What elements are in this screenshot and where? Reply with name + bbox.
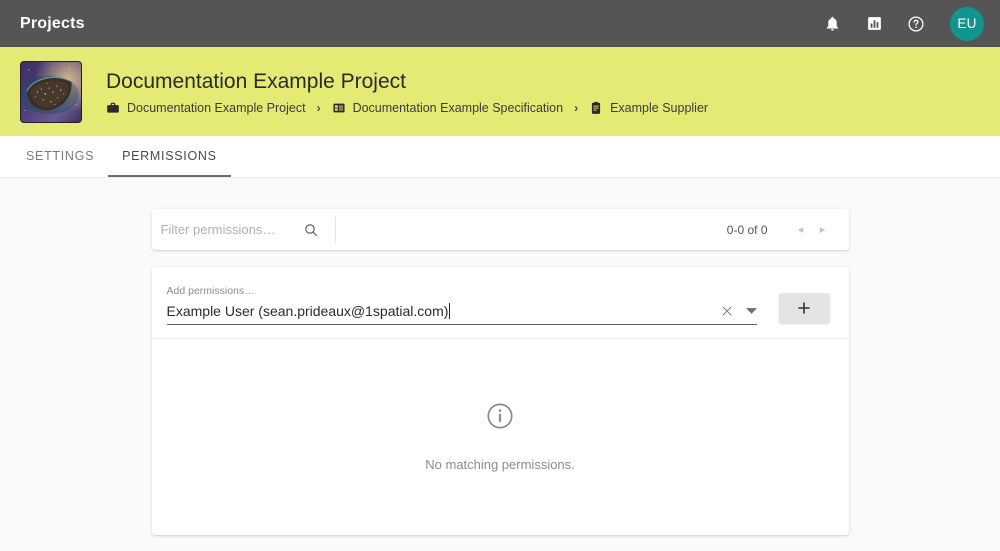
topbar-actions: EU bbox=[818, 6, 984, 41]
breadcrumb-item-specification[interactable]: Documentation Example Specification bbox=[332, 100, 564, 115]
content-area: 0-0 of 0 ◂ ▸ Add permissions… Example Us… bbox=[0, 178, 1000, 535]
filter-permissions-input[interactable] bbox=[160, 222, 301, 237]
project-thumbnail bbox=[20, 60, 82, 123]
text-cursor bbox=[449, 303, 451, 319]
add-permissions-label: Add permissions… bbox=[166, 285, 255, 297]
info-circle-icon bbox=[486, 402, 514, 435]
reports-bar-chart-icon[interactable] bbox=[860, 10, 888, 38]
breadcrumb-separator-1: › bbox=[316, 100, 321, 115]
notifications-bell-icon[interactable] bbox=[818, 10, 846, 38]
empty-state-message: No matching permissions. bbox=[425, 457, 575, 472]
pagination-range-label: 0-0 of 0 bbox=[726, 222, 768, 237]
banner-text: Documentation Example Project Documentat… bbox=[106, 69, 708, 115]
filter-card: 0-0 of 0 ◂ ▸ bbox=[151, 209, 849, 250]
breadcrumb-label-project: Documentation Example Project bbox=[127, 100, 306, 115]
empty-state: No matching permissions. bbox=[152, 339, 849, 535]
breadcrumb-label-specification: Documentation Example Specification bbox=[352, 100, 564, 115]
filter-divider bbox=[334, 216, 336, 243]
permissions-card: Add permissions… Example User (sean.prid… bbox=[151, 267, 849, 535]
breadcrumb-item-project[interactable]: Documentation Example Project bbox=[106, 101, 306, 115]
filter-field bbox=[152, 209, 335, 250]
paginator: 0-0 of 0 ◂ ▸ bbox=[727, 219, 849, 241]
tab-permissions[interactable]: PERMISSIONS bbox=[108, 136, 231, 177]
user-avatar[interactable]: EU bbox=[950, 6, 984, 41]
top-app-bar: Projects EU bbox=[0, 0, 1000, 47]
permissions-panel: 0-0 of 0 ◂ ▸ Add permissions… Example Us… bbox=[151, 209, 849, 535]
previous-page-icon[interactable]: ◂ bbox=[790, 219, 812, 241]
specification-icon bbox=[332, 101, 346, 115]
breadcrumb: Documentation Example Project › Document… bbox=[106, 101, 708, 115]
next-page-icon[interactable]: ▸ bbox=[812, 219, 834, 241]
chevron-down-icon[interactable] bbox=[745, 307, 757, 315]
add-permissions-row: Add permissions… Example User (sean.prid… bbox=[151, 267, 849, 339]
breadcrumb-label-supplier: Example Supplier bbox=[610, 100, 709, 115]
project-banner: Documentation Example Project Documentat… bbox=[0, 47, 1000, 136]
add-permissions-value-text: Example User (sean.prideaux@1spatial.com… bbox=[166, 303, 449, 319]
search-icon[interactable] bbox=[303, 222, 319, 238]
tab-bar: SETTINGS PERMISSIONS bbox=[0, 136, 1000, 178]
add-permissions-input-line[interactable]: Example User (sean.prideaux@1spatial.com… bbox=[166, 303, 757, 325]
add-permissions-value[interactable]: Example User (sean.prideaux@1spatial.com… bbox=[167, 303, 721, 319]
help-question-icon[interactable] bbox=[902, 10, 930, 38]
page-title: Documentation Example Project bbox=[106, 69, 406, 93]
supplier-clipboard-icon bbox=[589, 101, 603, 115]
clear-close-icon[interactable] bbox=[721, 305, 733, 317]
app-title: Projects bbox=[20, 14, 85, 32]
add-permissions-field: Add permissions… Example User (sean.prid… bbox=[166, 285, 771, 325]
add-permission-button[interactable] bbox=[778, 293, 830, 323]
tab-settings[interactable]: SETTINGS bbox=[12, 136, 108, 177]
breadcrumb-separator-2: › bbox=[574, 100, 579, 115]
add-permissions-actions bbox=[721, 305, 757, 319]
breadcrumb-item-supplier[interactable]: Example Supplier bbox=[589, 101, 708, 115]
briefcase-icon bbox=[106, 101, 120, 115]
app-root: Projects EU Documentation Example Projec… bbox=[0, 0, 1000, 551]
